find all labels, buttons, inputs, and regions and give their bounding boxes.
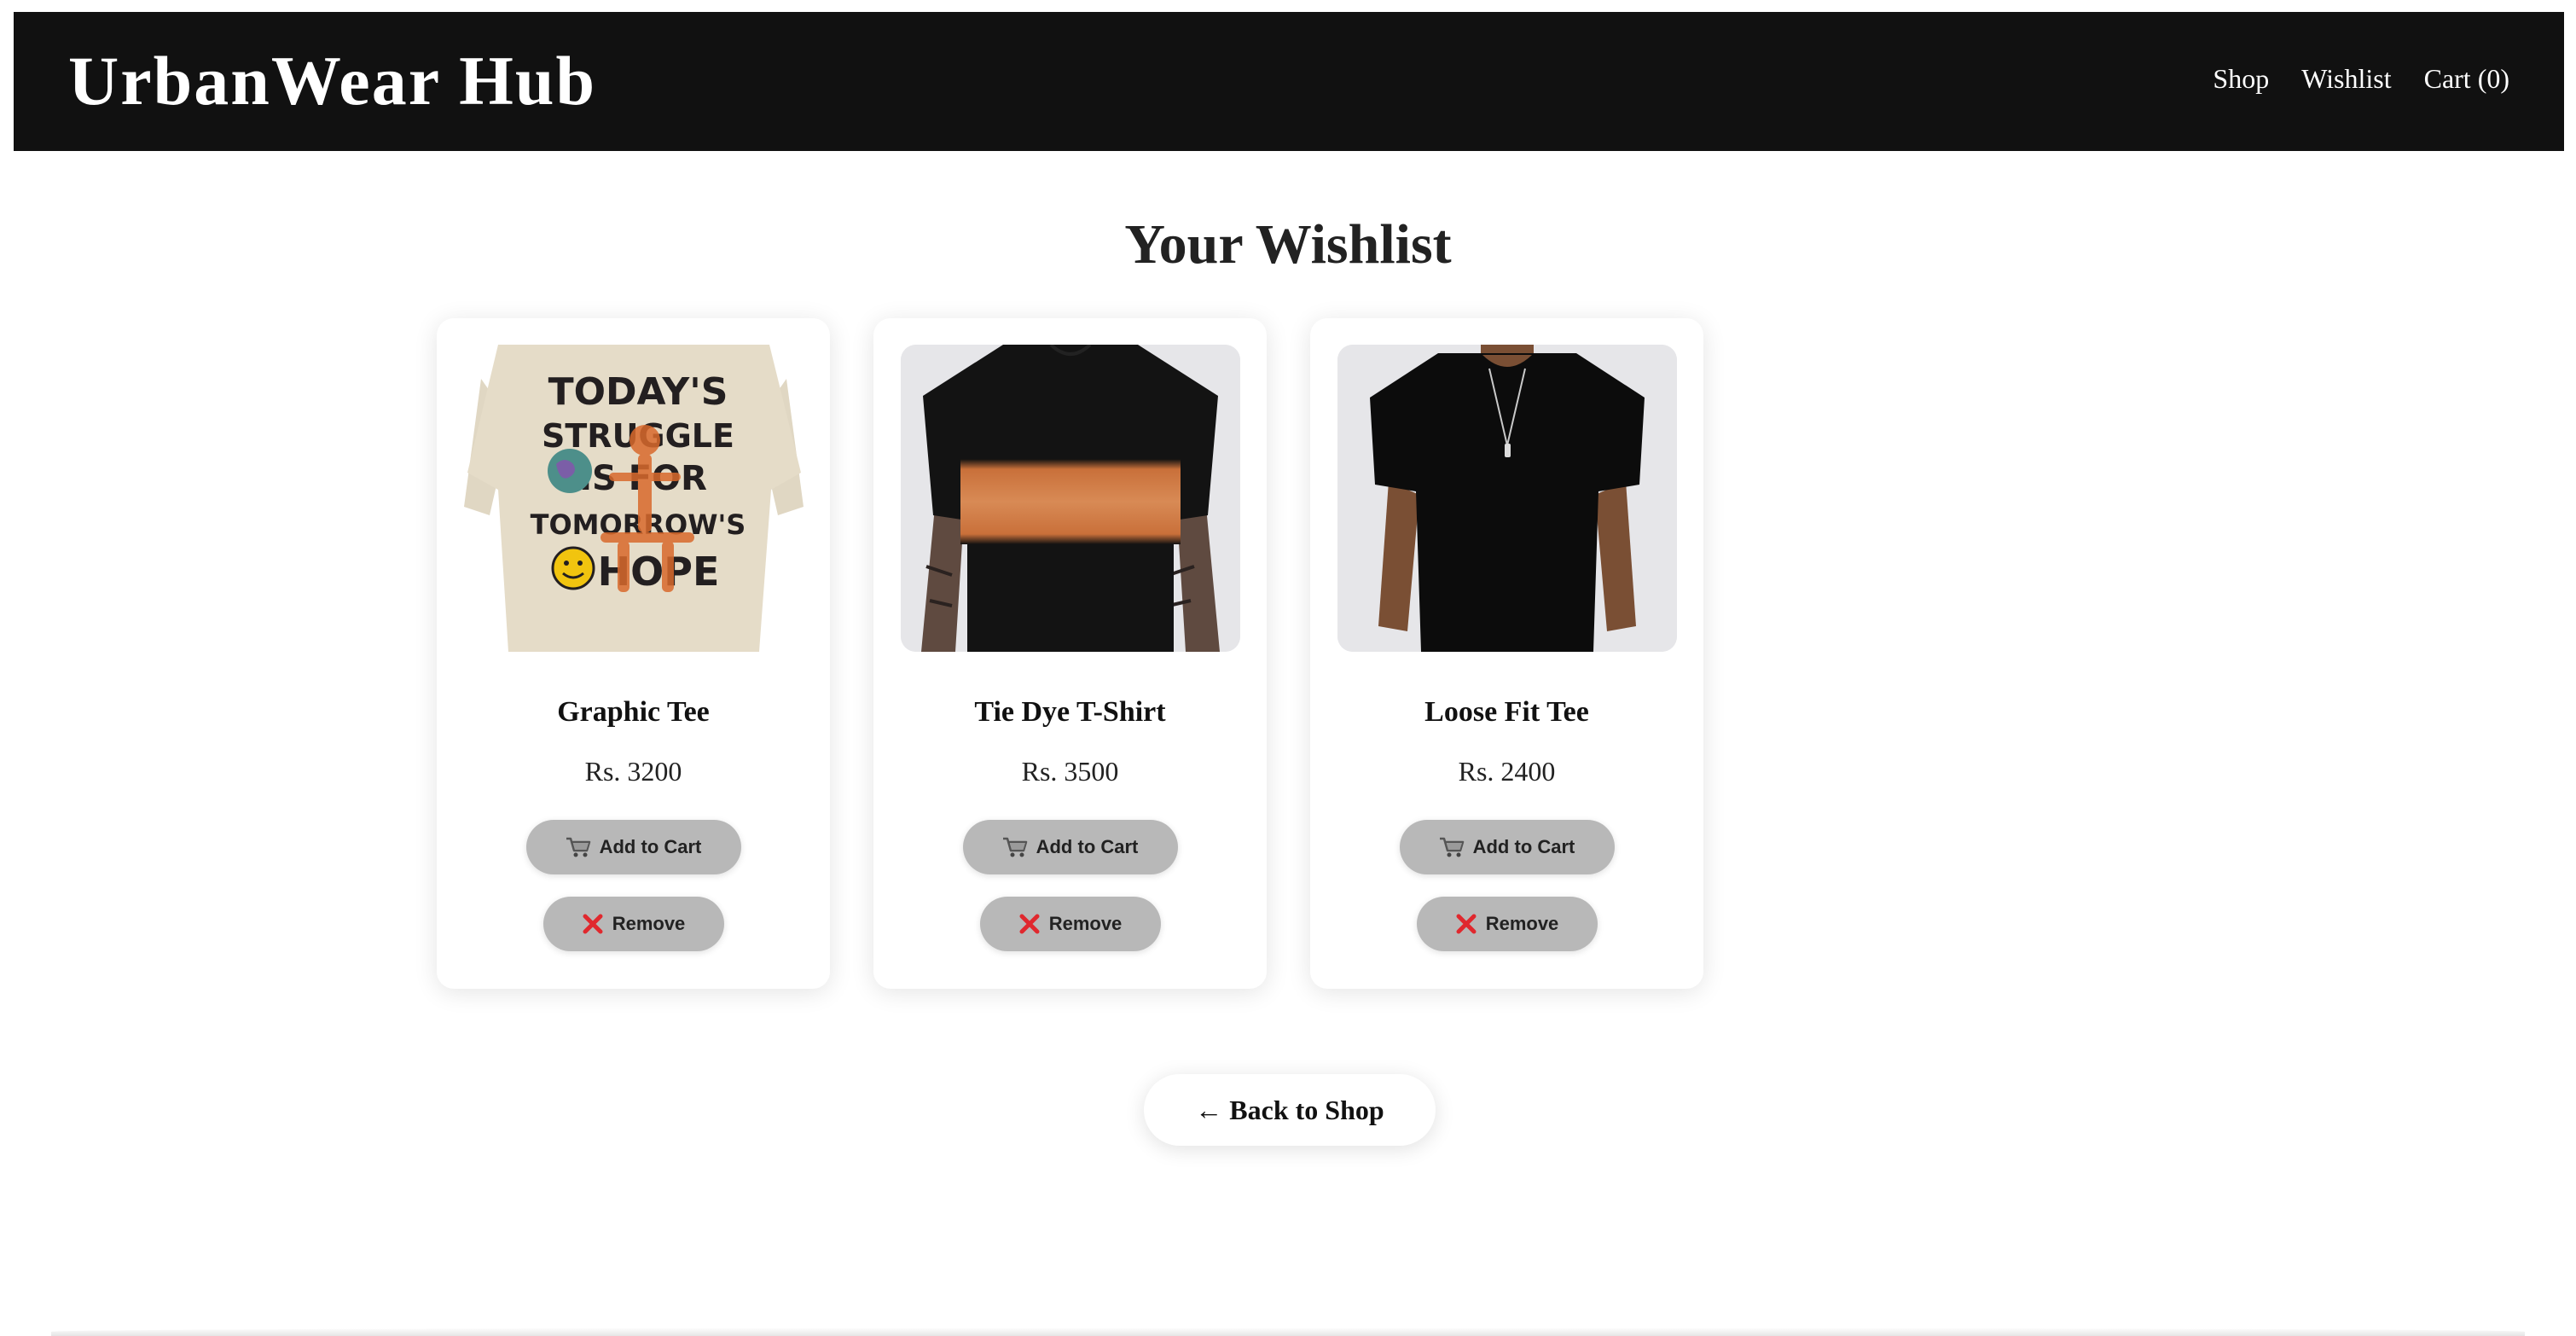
graphic-tee-image: TODAY'S STRUGGLE IS FOR TOMORROW'S HOPE	[464, 345, 804, 652]
shopping-cart-icon	[1439, 836, 1465, 858]
page-bottom-shadow	[51, 1327, 2525, 1336]
page-title: Your Wishlist	[1124, 213, 1452, 276]
product-name: Graphic Tee	[557, 696, 710, 728]
product-name: Loose Fit Tee	[1424, 696, 1589, 728]
remove-button[interactable]: Remove	[979, 897, 1161, 951]
site-header: UrbanWear Hub Shop Wishlist Cart (0)	[14, 12, 2564, 151]
remove-label: Remove	[612, 913, 686, 934]
product-image-loose-fit-tee	[1337, 345, 1677, 652]
cross-mark-icon	[582, 913, 604, 935]
print-line-5: HOPE	[598, 549, 720, 595]
add-to-cart-label: Add to Cart	[1036, 836, 1139, 857]
add-to-cart-button[interactable]: Add to Cart	[1399, 820, 1615, 874]
tie-dye-tshirt-image	[901, 345, 1240, 652]
product-image-tie-dye-tshirt	[901, 345, 1240, 652]
nav-shop-link[interactable]: Shop	[2213, 65, 2269, 92]
wishlist-card: TODAY'S STRUGGLE IS FOR TOMORROW'S HOPE	[437, 318, 830, 989]
back-to-shop-label: Back to Shop	[1229, 1094, 1384, 1125]
nav-cart-link[interactable]: Cart (0)	[2424, 65, 2509, 92]
product-price: Rs. 3200	[584, 756, 682, 787]
cross-mark-icon	[1455, 913, 1477, 935]
cross-mark-icon	[1018, 913, 1041, 935]
product-price: Rs. 3500	[1021, 756, 1119, 787]
wishlist-card: Tie Dye T-Shirt Rs. 3500 Add to Cart Rem…	[873, 318, 1267, 989]
back-to-shop-button[interactable]: ← Back to Shop	[1144, 1074, 1436, 1146]
wishlist-card: Loose Fit Tee Rs. 2400 Add to Cart Remov…	[1310, 318, 1703, 989]
nav-wishlist-link[interactable]: Wishlist	[2301, 65, 2391, 92]
add-to-cart-label: Add to Cart	[599, 836, 702, 857]
remove-label: Remove	[1485, 913, 1559, 934]
remove-button[interactable]: Remove	[1416, 897, 1598, 951]
main-nav: Shop Wishlist Cart (0)	[2213, 65, 2509, 92]
remove-label: Remove	[1048, 913, 1123, 934]
product-image-graphic-tee: TODAY'S STRUGGLE IS FOR TOMORROW'S HOPE	[464, 345, 804, 652]
shopping-cart-icon	[566, 836, 591, 858]
add-to-cart-button[interactable]: Add to Cart	[962, 820, 1178, 874]
loose-fit-tee-image	[1337, 345, 1677, 652]
site-logo[interactable]: UrbanWear Hub	[68, 46, 596, 116]
product-name: Tie Dye T-Shirt	[974, 696, 1166, 728]
add-to-cart-button[interactable]: Add to Cart	[525, 820, 741, 874]
print-line-1: TODAY'S	[548, 370, 728, 414]
remove-button[interactable]: Remove	[542, 897, 724, 951]
wishlist-grid: TODAY'S STRUGGLE IS FOR TOMORROW'S HOPE	[437, 318, 1703, 989]
shopping-cart-icon	[1002, 836, 1028, 858]
product-price: Rs. 2400	[1458, 756, 1556, 787]
add-to-cart-label: Add to Cart	[1472, 836, 1575, 857]
left-arrow-icon: ←	[1195, 1094, 1223, 1125]
